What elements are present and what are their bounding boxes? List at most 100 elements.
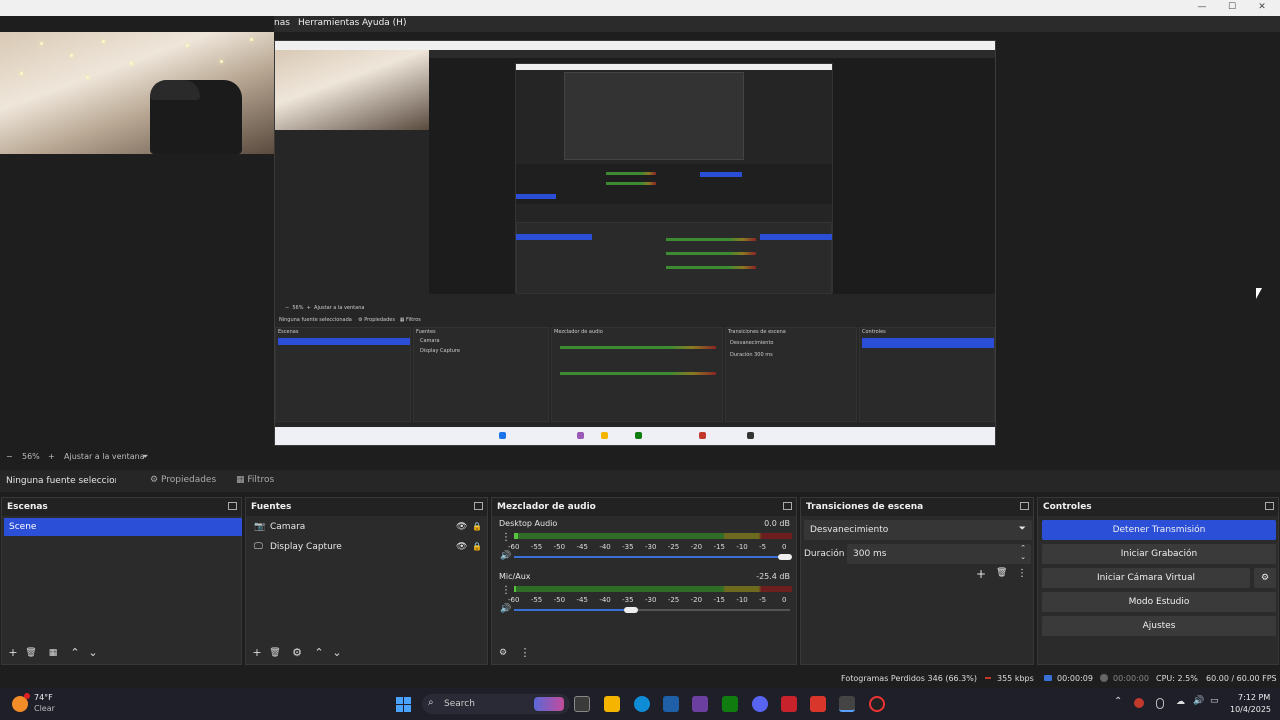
tray-app-icon[interactable]	[1134, 698, 1144, 708]
search-placeholder: Search	[444, 699, 475, 709]
volume-slider[interactable]	[514, 609, 630, 611]
zoom-out-button[interactable]: −	[6, 452, 13, 461]
studio-mode-button[interactable]: Modo Estudio	[1042, 592, 1276, 612]
more-icon[interactable]: ⋮	[518, 646, 532, 660]
chevron-up-icon[interactable]: ⌃	[68, 646, 82, 660]
add-scene-button[interactable]: +	[6, 646, 20, 660]
transition-select[interactable]: Desvanecimiento ⏷	[804, 520, 1032, 540]
dropped-frames: Fotogramas Perdidos 346 (66.3%)	[841, 674, 977, 683]
meter-tick-label: -55	[530, 543, 543, 551]
trash-icon[interactable]: 🗑	[996, 568, 1007, 578]
undock-icon[interactable]	[474, 502, 483, 510]
clock-time[interactable]: 7:12 PM	[1238, 693, 1270, 702]
properties-button[interactable]: ⚙ Propiedades	[150, 475, 216, 485]
edge-icon[interactable]	[634, 696, 650, 712]
audio-mixer-dock: Mezclador de audio Desktop Audio 0.0 dB …	[491, 497, 797, 665]
eye-icon[interactable]: 👁	[456, 518, 467, 536]
task-view-icon[interactable]	[574, 696, 590, 712]
add-source-button[interactable]: +	[250, 646, 264, 660]
speaker-icon[interactable]: 🔊	[500, 604, 511, 614]
filters-label: Filtros	[247, 475, 275, 485]
eye-icon[interactable]: 👁	[456, 538, 467, 556]
speaker-icon[interactable]: 🔊	[500, 551, 511, 561]
close-button[interactable]: ✕	[1246, 0, 1278, 14]
scene-filter-icon[interactable]: ▦	[46, 646, 60, 660]
obs-window-icon[interactable]	[839, 696, 855, 712]
source-item-display-capture[interactable]: 🖵 Display Capture 👁 🔒	[250, 538, 486, 556]
source-item-camera[interactable]: 📷 Camara 👁 🔒	[250, 518, 486, 536]
settings-button[interactable]: Ajustes	[1042, 616, 1276, 636]
transition-value: Desvanecimiento	[810, 525, 889, 535]
clock-date[interactable]: 10/4/2025	[1230, 705, 1271, 714]
undock-icon[interactable]	[783, 502, 792, 510]
lock-icon[interactable]: 🔒	[472, 538, 482, 556]
meter-tick-label: -45	[576, 596, 588, 604]
monitor-icon: 🖵	[254, 542, 263, 552]
start-virtual-camera-button[interactable]: Iniciar Cámara Virtual	[1042, 568, 1250, 588]
video-app-icon[interactable]	[810, 696, 826, 712]
microphone-icon[interactable]	[1156, 698, 1164, 709]
windows-start-icon[interactable]	[396, 697, 412, 713]
transitions-dock: Transiciones de escena Desvanecimiento ⏷…	[800, 497, 1034, 665]
gear-icon[interactable]: ⚙	[290, 646, 304, 660]
meter-tick-label: -20	[690, 596, 703, 604]
meter-tick-label: -40	[599, 596, 611, 604]
fps: 60.00 / 60.00 FPS	[1206, 674, 1277, 683]
mouse-cursor-icon	[1256, 288, 1262, 299]
discord-icon[interactable]	[752, 696, 768, 712]
chevron-down-icon[interactable]: ⌄	[1020, 553, 1026, 561]
chevron-up-icon[interactable]: ⌃	[1020, 544, 1026, 552]
volume-icon[interactable]: 🔊	[1193, 696, 1204, 706]
lock-icon[interactable]: 🔒	[472, 518, 482, 536]
stop-stream-button[interactable]: Detener Transmisión	[1042, 520, 1276, 540]
mixer-settings-icon[interactable]: ⚙	[496, 646, 510, 660]
undock-icon[interactable]	[1265, 502, 1274, 510]
scene-item[interactable]: Scene	[4, 518, 242, 536]
network-icon[interactable]: ☁	[1176, 697, 1185, 707]
undock-icon[interactable]	[228, 502, 237, 510]
properties-label: Propiedades	[160, 475, 217, 485]
preview-canvas[interactable]: − 56% + Ajustar a la ventana Ninguna fue…	[0, 32, 1280, 450]
menu-item-help[interactable]: Ayuda (H)	[362, 18, 406, 28]
chevron-up-icon[interactable]: ⌃	[1114, 696, 1122, 707]
trash-icon[interactable]: 🗑	[24, 646, 38, 660]
chevron-down-icon[interactable]: ⏷	[142, 452, 148, 462]
volume-slider-knob[interactable]	[624, 607, 638, 613]
duration-input[interactable]: 300 ms ⌃ ⌄	[847, 544, 1031, 564]
taskbar-search[interactable]: ⌕ Search	[422, 694, 570, 714]
undock-icon[interactable]	[1020, 502, 1029, 510]
volume-slider[interactable]	[514, 556, 790, 558]
app-icon[interactable]	[692, 696, 708, 712]
gear-icon[interactable]: ⚙	[1254, 568, 1276, 588]
xbox-icon[interactable]	[722, 696, 738, 712]
chevron-up-icon[interactable]: ⌃	[312, 646, 326, 660]
chevron-down-icon[interactable]: ⌄	[86, 646, 100, 660]
battery-icon[interactable]: ▭	[1210, 696, 1219, 706]
more-icon[interactable]: ⋮	[501, 532, 511, 543]
meter-tick-label: -30	[645, 596, 657, 604]
media-app-icon[interactable]	[781, 696, 797, 712]
source-label: Display Capture	[270, 542, 342, 552]
menu-item-docks[interactable]: nas	[274, 18, 290, 28]
meter-tick-label: -20	[690, 543, 703, 551]
add-transition-button[interactable]: +	[976, 567, 986, 581]
chrome-icon[interactable]	[869, 696, 885, 712]
camera-icon: 📷	[254, 522, 266, 532]
file-explorer-icon[interactable]	[604, 696, 620, 712]
meter-tick-label: -25	[667, 543, 680, 551]
zoom-fit-select[interactable]: Ajustar a la ventana	[64, 452, 145, 461]
store-icon[interactable]	[663, 696, 679, 712]
minimize-button[interactable]: —	[1186, 0, 1218, 14]
more-icon[interactable]: ⋮	[1017, 568, 1027, 579]
chevron-down-icon[interactable]: ⌄	[330, 646, 344, 660]
maximize-button[interactable]: ☐	[1216, 0, 1248, 14]
trash-icon[interactable]: 🗑	[268, 646, 282, 660]
zoom-in-button[interactable]: +	[48, 452, 55, 461]
source-label: Camara	[270, 522, 306, 532]
volume-slider-knob[interactable]	[778, 554, 792, 560]
menu-item-tools[interactable]: Herramientas	[298, 18, 359, 28]
more-icon[interactable]: ⋮	[501, 585, 511, 596]
status-bar: Fotogramas Perdidos 346 (66.3%) 355 kbps…	[0, 668, 1280, 688]
start-recording-button[interactable]: Iniciar Grabación	[1042, 544, 1276, 564]
filters-button[interactable]: ▦ Filtros	[236, 475, 274, 485]
